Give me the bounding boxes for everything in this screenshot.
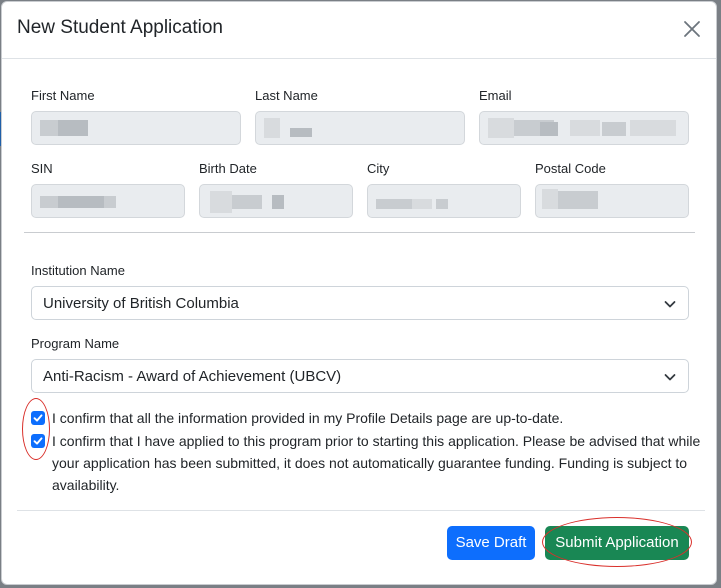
first-name-label: First Name — [31, 88, 95, 103]
checkmark-icon — [33, 437, 43, 445]
program-confirm-label: I confirm that I have applied to this pr… — [52, 433, 701, 493]
modal-title: New Student Application — [17, 17, 223, 38]
profile-confirm-checkbox[interactable] — [31, 411, 45, 425]
close-button[interactable] — [680, 17, 704, 41]
modal-header: New Student Application — [2, 2, 716, 59]
email-field[interactable] — [479, 111, 689, 145]
birth-date-field[interactable] — [199, 184, 353, 218]
last-name-field[interactable] — [255, 111, 465, 145]
sin-field[interactable] — [31, 184, 185, 218]
program-name-label: Program Name — [31, 336, 120, 351]
city-field[interactable] — [367, 184, 521, 218]
program-confirm-checkbox[interactable] — [31, 434, 45, 448]
email-label: Email — [479, 88, 512, 103]
profile-confirm-label: I confirm that all the information provi… — [52, 410, 564, 426]
modal-footer-divider — [17, 510, 705, 511]
institution-name-label: Institution Name — [31, 263, 125, 278]
checkbox-annotation-circle — [22, 398, 50, 460]
program-name-value: Anti-Racism - Award of Achievement (UBCV… — [43, 368, 342, 385]
last-name-label: Last Name — [255, 88, 318, 103]
close-icon — [684, 21, 700, 37]
birth-date-label: Birth Date — [199, 161, 257, 176]
institution-name-select[interactable]: University of British Columbia — [31, 286, 689, 320]
checkmark-icon — [33, 414, 43, 422]
chevron-down-icon — [664, 301, 676, 308]
institution-name-value: University of British Columbia — [43, 295, 239, 312]
section-divider — [24, 232, 695, 233]
city-label: City — [367, 161, 390, 176]
new-student-application-modal: New Student Application First Name Last … — [1, 1, 717, 585]
save-draft-button[interactable]: Save Draft — [447, 526, 535, 560]
program-name-select[interactable]: Anti-Racism - Award of Achievement (UBCV… — [31, 359, 689, 393]
first-name-field[interactable] — [31, 111, 241, 145]
postal-code-label: Postal Code — [535, 161, 606, 176]
sin-label: SIN — [31, 161, 53, 176]
postal-code-field[interactable] — [535, 184, 689, 218]
chevron-down-icon — [664, 374, 676, 381]
submit-application-button[interactable]: Submit Application — [545, 526, 689, 560]
